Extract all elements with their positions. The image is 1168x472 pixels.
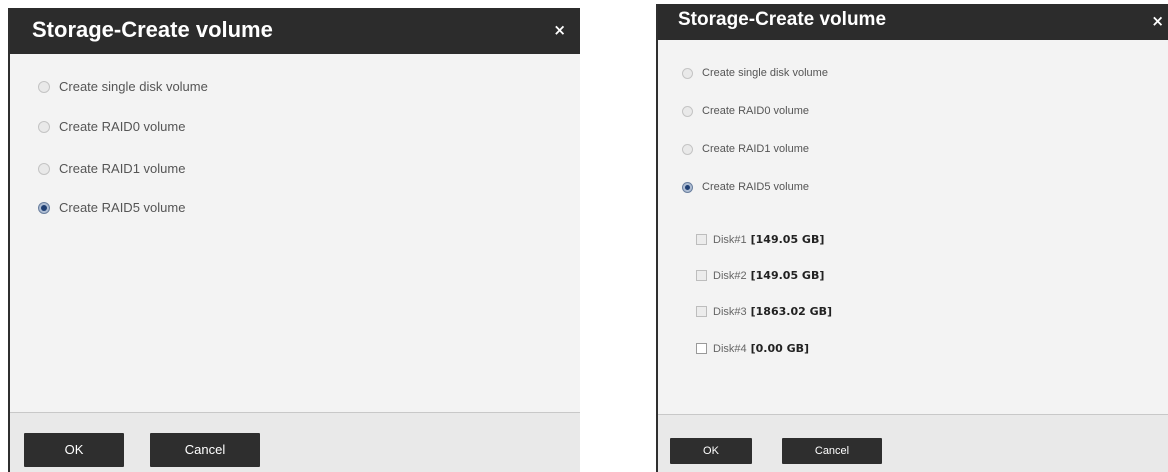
close-icon[interactable]: × [553, 23, 566, 38]
radio-raid1[interactable] [38, 162, 50, 175]
close-icon[interactable]: × [1151, 14, 1164, 29]
disk-2-checkbox[interactable] [696, 270, 707, 281]
disk-1-checkbox[interactable] [696, 234, 707, 245]
dialog-title: Storage-Create volume [678, 9, 887, 30]
disk-4-checkbox[interactable] [696, 343, 707, 354]
cancel-button[interactable]: Cancel [782, 438, 882, 464]
ok-button[interactable]: OK [24, 433, 124, 467]
radio-raid0[interactable] [682, 105, 693, 117]
option-label: Create RAID1 volume [59, 161, 186, 176]
option-label: Create single disk volume [59, 79, 208, 94]
radio-single-disk[interactable] [682, 67, 693, 79]
radio-raid0[interactable] [38, 120, 50, 133]
option-label: Create RAID5 volume [59, 200, 186, 215]
create-volume-dialog-left: Storage-Create volume × Create single di… [8, 8, 580, 472]
disk-label: Disk#3 [713, 305, 747, 318]
disk-size: [1863.02 GB] [750, 305, 833, 318]
disk-size: [0.00 GB] [750, 342, 810, 355]
disk-2-checkbox-row[interactable]: Disk#2 [149.05 GB] [696, 269, 824, 282]
radio-single-disk[interactable] [38, 80, 50, 93]
disk-1-checkbox-row[interactable]: Disk#1 [149.05 GB] [696, 233, 824, 246]
option-raid1[interactable]: Create RAID1 volume [38, 161, 185, 176]
disk-size: [149.05 GB] [750, 269, 825, 282]
option-raid5[interactable]: Create RAID5 volume [682, 181, 809, 193]
dialog-title: Storage-Create volume [32, 17, 273, 42]
radio-raid5[interactable] [38, 201, 50, 214]
disk-3-checkbox[interactable] [696, 306, 707, 317]
dialog-titlebar: Storage-Create volume × [658, 4, 1168, 40]
option-single-disk[interactable]: Create single disk volume [38, 79, 208, 94]
option-label: Create RAID0 volume [702, 105, 809, 117]
option-raid0[interactable]: Create RAID0 volume [682, 105, 809, 117]
option-label: Create RAID0 volume [59, 119, 186, 134]
option-label: Create single disk volume [702, 67, 828, 79]
dialog-footer: OK Cancel [10, 413, 580, 472]
radio-raid1[interactable] [682, 143, 693, 155]
disk-size: [149.05 GB] [750, 233, 825, 246]
option-label: Create RAID1 volume [702, 143, 809, 155]
disk-3-checkbox-row[interactable]: Disk#3 [1863.02 GB] [696, 305, 832, 318]
option-raid1[interactable]: Create RAID1 volume [682, 143, 809, 155]
disk-label: Disk#4 [713, 342, 747, 355]
radio-raid5[interactable] [682, 181, 693, 193]
option-single-disk[interactable]: Create single disk volume [682, 67, 828, 79]
disk-4-checkbox-row[interactable]: Disk#4 [0.00 GB] [696, 342, 809, 355]
dialog-footer: OK Cancel [658, 415, 1168, 472]
cancel-button[interactable]: Cancel [150, 433, 260, 467]
ok-button[interactable]: OK [670, 438, 752, 464]
dialog-titlebar: Storage-Create volume × [10, 8, 580, 54]
option-raid0[interactable]: Create RAID0 volume [38, 119, 185, 134]
disk-label: Disk#2 [713, 269, 747, 282]
create-volume-dialog-right: Storage-Create volume × Create single di… [656, 4, 1168, 472]
option-raid5[interactable]: Create RAID5 volume [38, 200, 185, 215]
disk-label: Disk#1 [713, 233, 747, 246]
option-label: Create RAID5 volume [702, 181, 809, 193]
